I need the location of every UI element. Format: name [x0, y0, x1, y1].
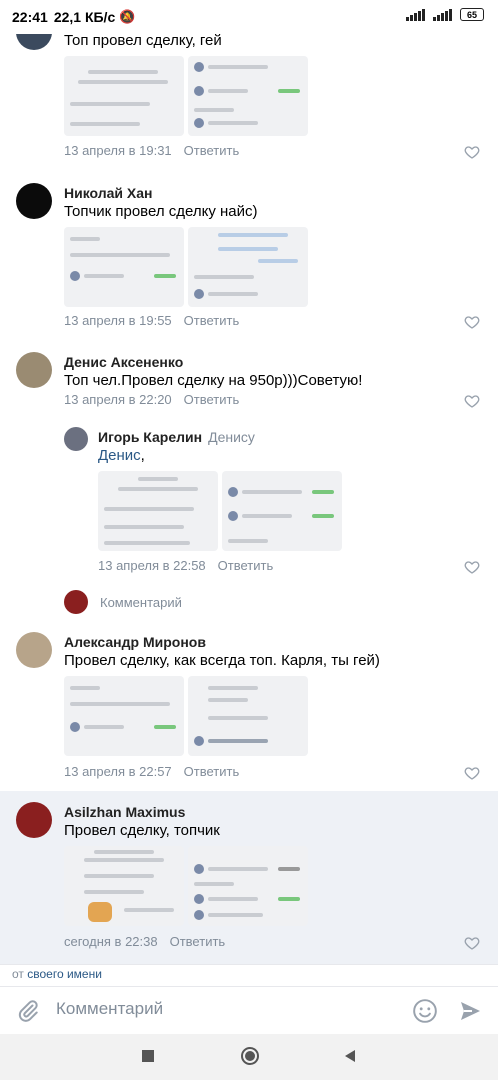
comments-feed[interactable]: Топ провел сделку, гей 13 апреля в 19:31… [0, 34, 498, 964]
comment-date[interactable]: сегодня в 22:38 [64, 934, 158, 949]
status-network-speed: 22,1 КБ/с [53, 9, 116, 25]
avatar[interactable] [16, 632, 52, 668]
nav-home-icon[interactable] [240, 1046, 260, 1066]
comment-date[interactable]: 13 апреля в 19:55 [64, 313, 172, 328]
comment-date[interactable]: 13 апреля в 19:31 [64, 143, 172, 158]
mute-bell-icon: 🔕 [119, 9, 136, 24]
mention-link[interactable]: Денис [98, 447, 141, 464]
heart-icon[interactable] [464, 559, 480, 575]
heart-icon[interactable] [464, 935, 480, 951]
attached-photo[interactable] [64, 227, 184, 307]
send-icon[interactable] [458, 999, 482, 1023]
avatar[interactable] [16, 183, 52, 219]
post-as-prefix: от [12, 967, 24, 981]
comment-item: Денис Аксененко Топ чел.Провел сделку на… [0, 352, 498, 432]
comment-author[interactable]: Александр Миронов [64, 634, 206, 650]
attached-photo[interactable] [188, 676, 308, 756]
comment-date[interactable]: 13 апреля в 22:20 [64, 392, 172, 407]
system-nav-bar [0, 1034, 498, 1080]
comment-author[interactable]: Asilzhan Maximus [64, 804, 185, 820]
comment-text-rest: , [140, 447, 145, 464]
status-bar: 22:41 22,1 КБ/с 🔕 65 [0, 0, 498, 34]
comment-meta: 13 апреля в 19:31 Ответить [64, 143, 239, 158]
comment-text: Провел сделку, как всегда топ. Карля, ты… [64, 652, 380, 669]
comment-input[interactable]: Комментарий [56, 999, 163, 1019]
post-as-note: от своего имени [0, 964, 498, 984]
thread-reply-placeholder[interactable]: Комментарий [100, 595, 182, 610]
attached-photo[interactable] [222, 471, 342, 551]
avatar[interactable] [16, 352, 52, 388]
attached-photo[interactable] [188, 227, 308, 307]
reply-link[interactable]: Ответить [184, 143, 240, 158]
attached-photo[interactable] [64, 676, 184, 756]
comment-date[interactable]: 13 апреля в 22:58 [98, 558, 206, 573]
smile-icon[interactable] [412, 998, 438, 1024]
comment-author[interactable]: Николай Хан [64, 185, 153, 201]
reply-link[interactable]: Ответить [184, 392, 240, 407]
comment-author[interactable]: Игорь Карелин Денису [98, 429, 255, 445]
heart-icon[interactable] [464, 314, 480, 330]
comment-meta: сегодня в 22:38 Ответить [64, 934, 225, 949]
avatar[interactable] [16, 34, 52, 50]
comment-meta: 13 апреля в 22:20 Ответить [64, 392, 239, 407]
comment-item: Топ провел сделку, гей 13 апреля в 19:31… [0, 34, 498, 164]
avatar[interactable] [64, 427, 88, 451]
comment-meta: 13 апреля в 22:57 Ответить [64, 764, 239, 779]
comment-item: Александр Миронов Провел сделку, как все… [0, 632, 498, 782]
signal-icon [406, 8, 425, 21]
reply-link[interactable]: Ответить [218, 558, 274, 573]
comment-author[interactable]: Денис Аксененко [64, 354, 183, 370]
heart-icon[interactable] [464, 144, 480, 160]
signal-icon-2 [433, 8, 452, 21]
heart-icon[interactable] [464, 765, 480, 781]
comment-composer: Комментарий [0, 986, 498, 1034]
battery-icon: 65 [460, 8, 484, 21]
reply-link[interactable]: Ответить [184, 764, 240, 779]
thread-reply-box[interactable]: Комментарий [0, 590, 498, 616]
comment-text: Топ провел сделку, гей [64, 34, 222, 49]
comment-text: Денис, [98, 447, 145, 464]
reply-link[interactable]: Ответить [170, 934, 226, 949]
comment-meta: 13 апреля в 19:55 Ответить [64, 313, 239, 328]
comment-meta: 13 апреля в 22:58 Ответить [98, 558, 273, 573]
reply-link[interactable]: Ответить [184, 313, 240, 328]
nav-square-icon[interactable] [140, 1048, 156, 1064]
attached-photo[interactable] [188, 56, 308, 136]
comment-date[interactable]: 13 апреля в 22:57 [64, 764, 172, 779]
post-as-link[interactable]: своего имени [27, 967, 102, 981]
comment-text: Топчик провел сделку найс) [64, 203, 258, 220]
attached-photo[interactable] [64, 56, 184, 136]
avatar[interactable] [16, 802, 52, 838]
status-time: 22:41 [12, 9, 48, 25]
attach-icon[interactable] [16, 999, 40, 1023]
comment-text: Топ чел.Провел сделку на 950р)))Советую! [64, 372, 363, 389]
attached-photo[interactable] [64, 846, 184, 926]
attached-photo[interactable] [188, 846, 308, 926]
status-icons: 65 [406, 8, 484, 21]
reply-to-name[interactable]: Денису [208, 429, 255, 445]
reply-item: Игорь Карелин Денису Денис, 13 апреля в 2… [0, 427, 498, 577]
comment-text: Провел сделку, топчик [64, 822, 220, 839]
comment-item: Asilzhan Maximus Провел сделку, топчик с… [0, 802, 498, 952]
attached-photo[interactable] [98, 471, 218, 551]
comment-item: Николай Хан Топчик провел сделку найс) 1… [0, 183, 498, 333]
nav-back-icon[interactable] [342, 1048, 358, 1064]
reply-author-name[interactable]: Игорь Карелин [98, 429, 202, 445]
heart-icon[interactable] [464, 393, 480, 409]
avatar [64, 590, 88, 614]
